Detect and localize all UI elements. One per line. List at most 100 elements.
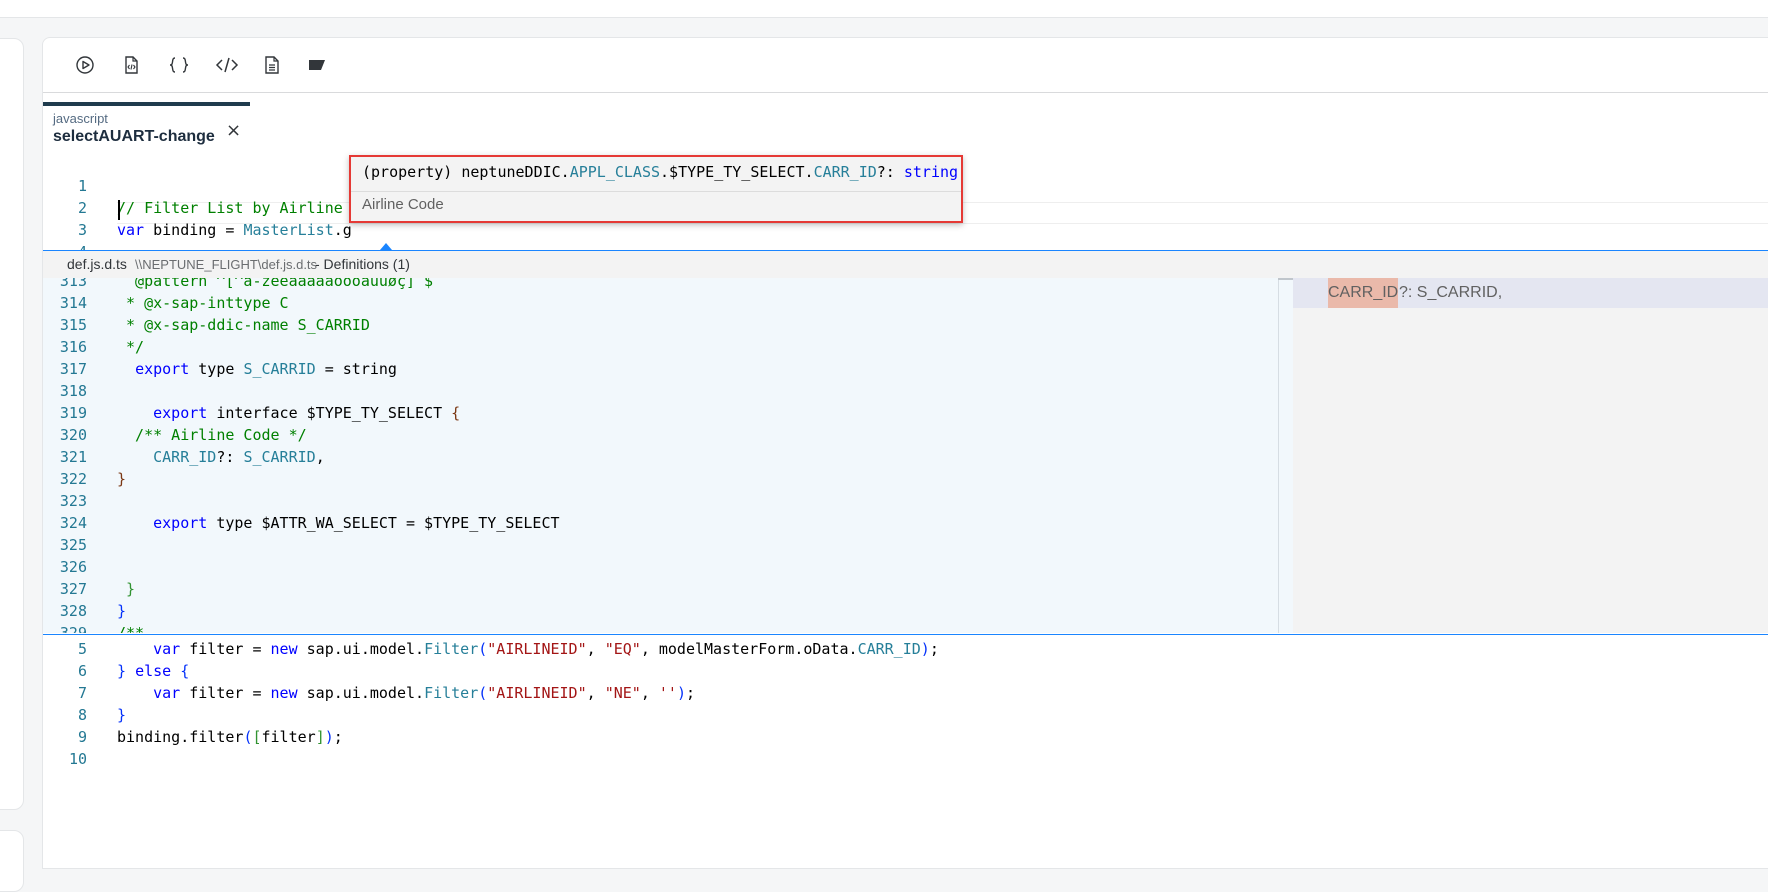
code-text: } — [117, 706, 127, 724]
hover-documentation: Airline Code — [362, 196, 444, 213]
line-number: 8 — [77, 706, 87, 724]
hover-class: APPL_CLASS — [569, 163, 661, 181]
tab-title: selectAUART-change — [53, 128, 215, 145]
peek-scrollbar[interactable] — [1278, 278, 1294, 633]
code-line: 328} — [43, 600, 1278, 622]
line-number: 324 — [59, 514, 87, 532]
line-number: 325 — [59, 536, 87, 554]
code-line: 315 * @x-sap-ddic-name S_CARRID — [43, 314, 1278, 336]
code-line: 324 export type $ATTR_WA_SELECT = $TYPE_… — [43, 512, 1278, 534]
tab-selectAUART-change[interactable]: javascript selectAUART-change × — [43, 102, 250, 156]
line-number: 316 — [59, 338, 87, 356]
braces-icon[interactable] — [165, 52, 193, 78]
code-line: 320 /** Airline Code */ — [43, 424, 1278, 446]
code-text: */ — [117, 338, 145, 356]
hover-type: string — [903, 163, 959, 181]
line-number: 319 — [59, 404, 87, 422]
hover-property: CARR_ID — [813, 163, 877, 181]
hover-mid: .$TYPE_TY_SELECT. — [660, 163, 814, 181]
peek-code-view[interactable]: 313 @pattern ^[^a-zeeaaaaaoooauuøç] $ 31… — [43, 278, 1278, 633]
code-text: } else { — [117, 662, 190, 680]
reference-item[interactable]: CARR_ID ?: S_CARRID, — [1293, 278, 1768, 308]
top-bar — [0, 0, 1768, 18]
editor-toolbar — [43, 38, 1768, 93]
tab-language: javascript — [53, 111, 108, 126]
code-line: 323 — [43, 490, 1278, 512]
code-line: 329 /** — [43, 622, 1278, 633]
left-side-panel: ‹ — [0, 38, 24, 810]
peek-file-name[interactable]: def.js.d.ts — [67, 251, 127, 278]
code-text: /** Airline Code */ — [117, 426, 307, 444]
code-line: 317 export type S_CARRID = string — [43, 358, 1278, 380]
document-icon[interactable] — [258, 52, 286, 78]
close-icon[interactable]: × — [226, 120, 241, 141]
javascript-file-icon[interactable] — [117, 52, 145, 78]
line-number: 328 — [59, 602, 87, 620]
code-text: * @x-sap-inttype C — [117, 294, 289, 312]
line-number: 5 — [77, 640, 87, 658]
hover-prefix: (property) neptuneDDIC. — [362, 163, 570, 181]
code-line: 5 var filter = new sap.ui.model.Filter("… — [43, 638, 1743, 660]
peek-definition-header: def.js.d.ts \\NEPTUNE_FLIGHT\def.js.d.ts… — [43, 250, 1768, 278]
code-text: var filter = new sap.ui.model.Filter("AI… — [153, 684, 695, 702]
code-editor-bottom[interactable]: 5 var filter = new sap.ui.model.Filter("… — [43, 635, 1768, 868]
line-number: 314 — [59, 294, 87, 312]
code-text: var filter = new sap.ui.model.Filter("AI… — [153, 640, 939, 658]
code-line: 6 } else { — [43, 660, 1743, 682]
code-line: 318 — [43, 380, 1278, 402]
hover-tooltip: (property) neptuneDDIC.APPL_CLASS.$TYPE_… — [349, 155, 963, 223]
code-line: 322} — [43, 468, 1278, 490]
line-number: 329 — [59, 624, 87, 633]
line-number: 323 — [59, 492, 87, 510]
text-caret — [118, 200, 120, 220]
code-text: @pattern ^[^a-zeeaaaaaoooauuøç] $ — [117, 278, 434, 290]
code-line: 325 — [43, 534, 1278, 556]
code-line: 326 — [43, 556, 1278, 578]
line-number: 320 — [59, 426, 87, 444]
peek-scrollbar-thumb[interactable] — [1278, 278, 1293, 280]
peek-file-path: \\NEPTUNE_FLIGHT\def.js.d.ts — [135, 257, 318, 272]
line-number: 326 — [59, 558, 87, 576]
line-number: 322 — [59, 470, 87, 488]
code-line: 327 } — [43, 578, 1278, 600]
line-number: 9 — [77, 728, 87, 746]
code-text: * @x-sap-ddic-name S_CARRID — [117, 316, 370, 334]
code-line: 319 export interface $TYPE_TY_SELECT { — [43, 402, 1278, 424]
hover-divider — [351, 191, 961, 192]
code-text: export type S_CARRID = string — [135, 360, 397, 378]
line-number: 6 — [77, 662, 87, 680]
code-line: 321 CARR_ID?: S_CARRID, — [43, 446, 1278, 468]
tag-icon[interactable] — [304, 52, 332, 78]
hover-suffix: ?: — [876, 163, 904, 181]
line-number: 7 — [77, 684, 87, 702]
code-line: 9 binding.filter([filter]); — [43, 726, 1743, 748]
peek-definitions-count: - Definitions (1) — [315, 256, 410, 272]
code-text: } — [117, 602, 127, 620]
code-tags-icon[interactable] — [213, 52, 241, 78]
code-text: /** — [117, 624, 145, 633]
reference-text: ?: S_CARRID, — [1399, 284, 1503, 301]
code-text: export type $ATTR_WA_SELECT = $TYPE_TY_S… — [153, 514, 560, 532]
peek-pointer — [380, 243, 392, 250]
hover-signature: (property) neptuneDDIC.APPL_CLASS.$TYPE_… — [362, 163, 958, 181]
code-text: } — [117, 580, 136, 598]
code-line: 8} — [43, 704, 1743, 726]
line-number: 318 — [59, 382, 87, 400]
line-number: 10 — [68, 750, 87, 768]
line-number: 315 — [59, 316, 87, 334]
editor-panel: javascript selectAUART-change × 1 // Fil… — [42, 37, 1768, 869]
code-line: 314 * @x-sap-inttype C — [43, 292, 1278, 314]
code-text: export interface $TYPE_TY_SELECT { — [153, 404, 461, 422]
code-line: 313 @pattern ^[^a-zeeaaaaaoooauuøç] $ — [43, 278, 1278, 292]
code-text: CARR_ID?: S_CARRID, — [153, 448, 325, 466]
run-icon[interactable] — [71, 52, 99, 78]
code-line: 316 */ — [43, 336, 1278, 358]
line-number: 317 — [59, 360, 87, 378]
code-line: 10 — [43, 748, 1743, 770]
code-text: } — [117, 470, 127, 488]
code-text: binding.filter([filter]); — [117, 728, 343, 746]
left-side-panel-lower — [0, 830, 24, 892]
line-number: 321 — [59, 448, 87, 466]
reference-highlight: CARR_ID — [1328, 278, 1399, 308]
code-line: 7 var filter = new sap.ui.model.Filter("… — [43, 682, 1743, 704]
